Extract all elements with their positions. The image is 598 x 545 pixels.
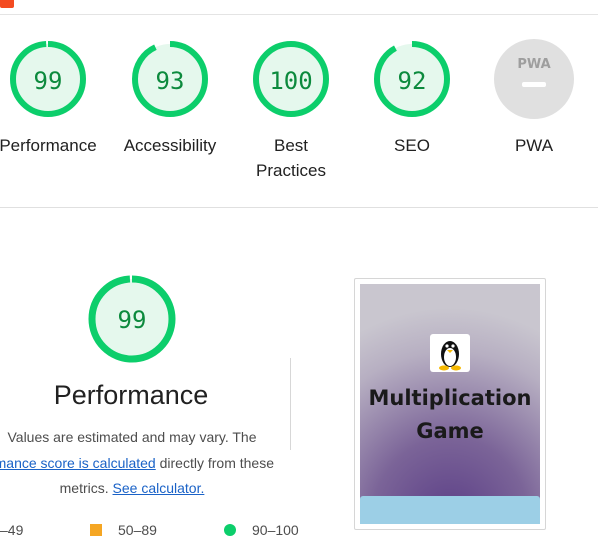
performance-detail-score: 99 — [118, 306, 147, 334]
score-best-practices: 100 — [269, 67, 312, 95]
section-divider — [0, 207, 598, 208]
average-square-icon — [90, 524, 102, 536]
label-best-practices-line2: Practices — [256, 161, 326, 180]
score-performance: 99 — [34, 67, 63, 95]
gauge-pwa[interactable]: PWA PWA — [454, 38, 598, 158]
score-accessibility: 93 — [156, 67, 185, 95]
score-seo: 92 — [398, 67, 427, 95]
label-best-practices-line1: Best — [273, 136, 309, 155]
score-ring-accessibility: 93 — [132, 41, 208, 117]
pwa-badge-text: PWA — [517, 57, 550, 72]
game-title-line2: Game — [416, 419, 484, 443]
pwa-badge-icon: PWA — [494, 39, 574, 119]
performance-score-gauge: 99 — [88, 275, 176, 363]
game-bottom-bar — [360, 496, 540, 524]
label-pwa: PWA — [514, 136, 554, 155]
performance-score-link[interactable]: rmance score is calculated — [0, 455, 156, 471]
game-title-line1: Multiplication — [368, 386, 532, 410]
legend-average: 50–89 — [90, 522, 157, 538]
legend-average-range: 50–89 — [118, 522, 157, 538]
performance-description: Values are estimated and may vary. The r… — [0, 425, 304, 502]
lighthouse-logo-icon — [0, 0, 14, 8]
legend-fail-range: –49 — [0, 522, 24, 538]
penguin-logo-icon — [430, 334, 470, 372]
see-calculator-link[interactable]: See calculator. — [113, 480, 205, 496]
legend-fail: –49 — [0, 522, 23, 538]
final-screenshot: Multiplication Game — [360, 284, 540, 524]
vertical-divider — [290, 358, 291, 450]
score-ring-performance: 99 — [10, 41, 86, 117]
desc-text-2: directly from these — [155, 454, 274, 471]
legend-pass: 90–100 — [224, 522, 299, 538]
desc-text-3: metrics. — [59, 480, 113, 496]
browser-top-bar — [0, 0, 598, 15]
game-title: Multiplication Game — [360, 382, 540, 448]
score-ring-seo: 92 — [374, 41, 450, 117]
score-ring-best-practices: 100 — [253, 41, 329, 117]
desc-text-1: Values are estimated and may vary. The — [7, 429, 257, 445]
legend-pass-range: 90–100 — [252, 522, 299, 538]
performance-heading: Performance — [53, 380, 209, 410]
pass-circle-icon — [224, 524, 236, 536]
